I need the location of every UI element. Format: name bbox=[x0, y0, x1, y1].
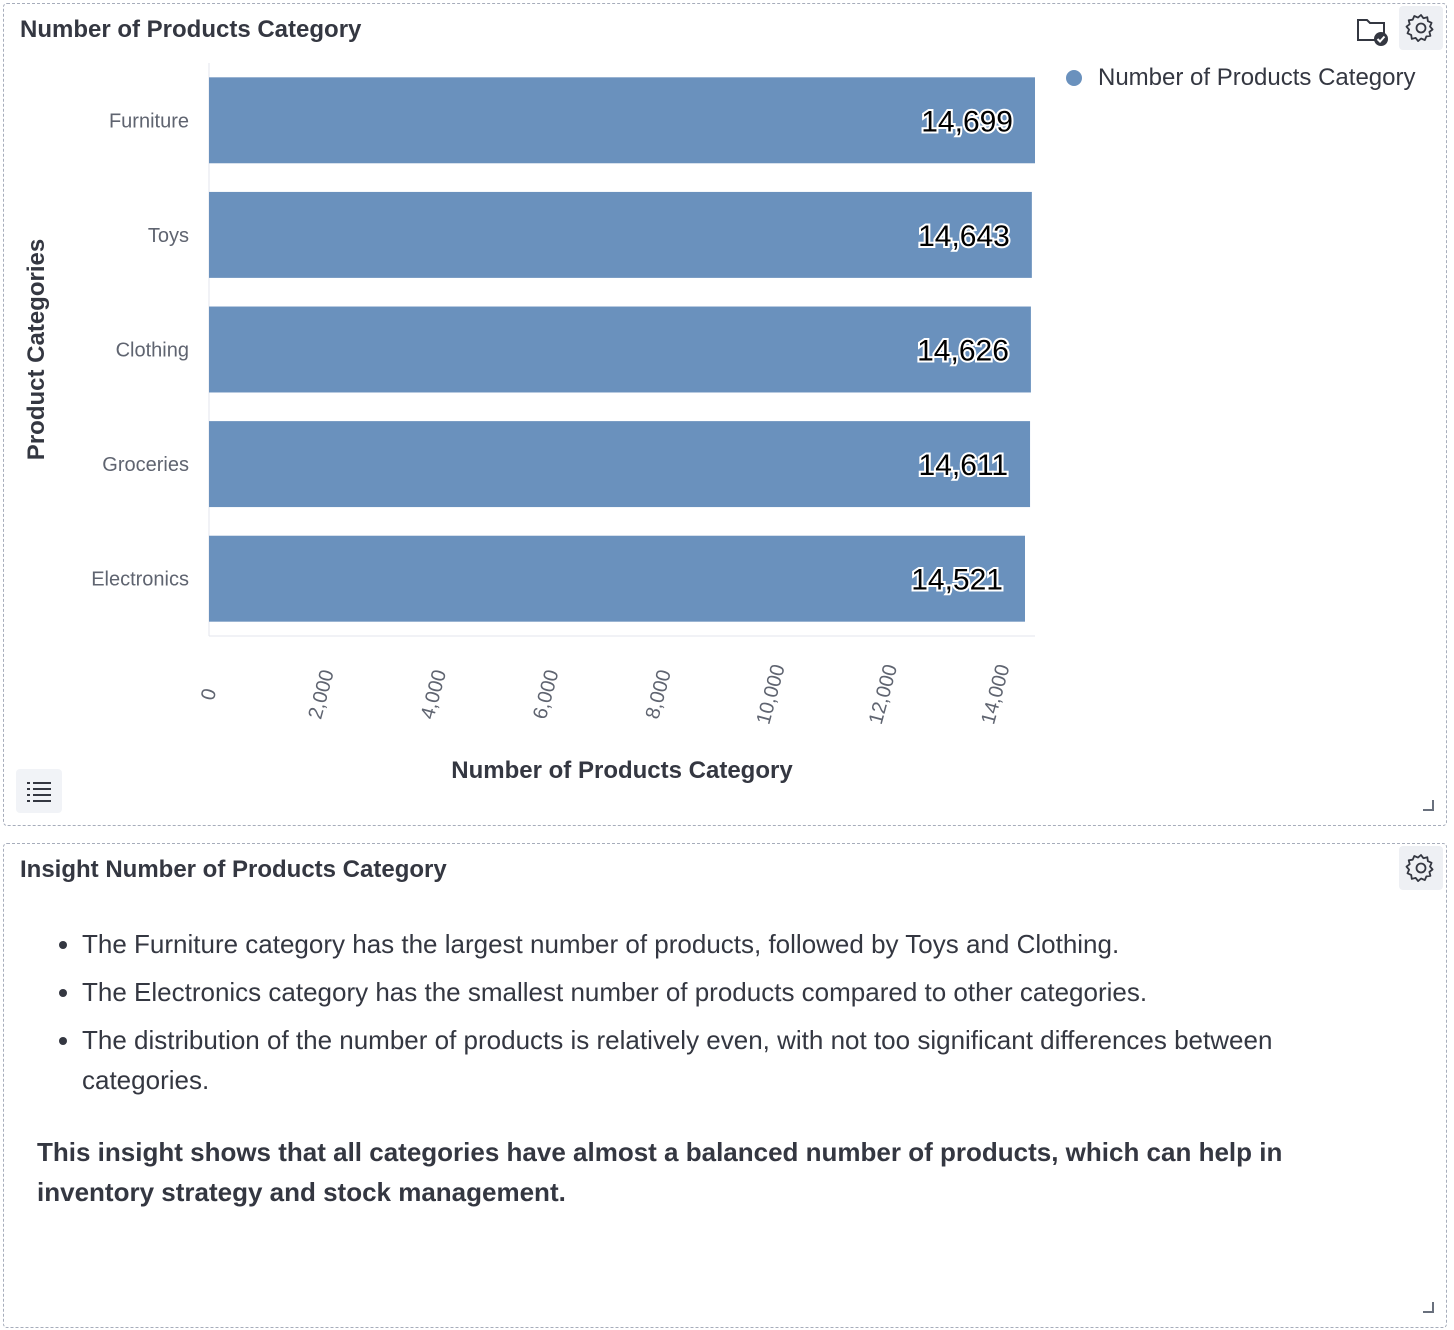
bar bbox=[209, 535, 1025, 622]
resize-handle-icon[interactable] bbox=[1423, 1302, 1434, 1313]
list-icon[interactable] bbox=[16, 769, 62, 813]
insight-bullet: The Furniture category has the largest n… bbox=[82, 924, 1406, 964]
x-tick-label: 10,000 bbox=[753, 662, 790, 727]
bar bbox=[209, 77, 1035, 164]
y-tick-label: Toys bbox=[148, 225, 189, 247]
x-tick-label: 0 bbox=[197, 686, 221, 702]
x-tick-label: 8,000 bbox=[642, 667, 676, 721]
data-label: 14,626 bbox=[917, 335, 1009, 368]
data-label: 14,521 bbox=[911, 564, 1003, 597]
insight-bullet: The distribution of the number of produc… bbox=[82, 1020, 1406, 1100]
data-label: 14,611 bbox=[919, 449, 1009, 482]
bar bbox=[209, 191, 1032, 278]
insight-bullet-list: The Furniture category has the largest n… bbox=[34, 924, 1406, 1108]
data-label: 14,699 bbox=[921, 105, 1013, 138]
data-label: 14,643 bbox=[918, 220, 1010, 253]
resize-handle-icon[interactable] bbox=[1423, 800, 1434, 811]
x-tick-label: 14,000 bbox=[977, 662, 1014, 727]
insight-bullet: The Electronics category has the smalles… bbox=[82, 972, 1406, 1012]
x-tick-label: 4,000 bbox=[417, 667, 451, 721]
y-tick-label: Groceries bbox=[102, 454, 189, 476]
x-axis-title: Number of Products Category bbox=[451, 757, 793, 784]
y-tick-label: Electronics bbox=[91, 569, 189, 591]
chart-panel: Number of Products Category Number of Pr… bbox=[3, 3, 1447, 826]
insight-panel-title: Insight Number of Products Category bbox=[20, 856, 447, 883]
x-tick-label: 2,000 bbox=[304, 667, 338, 721]
bar bbox=[209, 306, 1031, 393]
bar bbox=[209, 421, 1031, 508]
x-tick-label: 6,000 bbox=[529, 667, 563, 721]
bar-chart: Furniture 14,699 Toys 14,643 Clothing 14,626 G… bbox=[23, 63, 1035, 784]
y-tick-label: Furniture bbox=[109, 110, 189, 132]
y-axis-title: Product Categories bbox=[23, 239, 50, 460]
x-tick-label: 12,000 bbox=[865, 662, 902, 727]
gear-icon[interactable] bbox=[1399, 846, 1443, 890]
insight-panel: Insight Number of Products Category The … bbox=[3, 843, 1447, 1328]
y-tick-label: Clothing bbox=[116, 340, 189, 362]
insight-summary: This insight shows that all categories h… bbox=[37, 1137, 1283, 1207]
